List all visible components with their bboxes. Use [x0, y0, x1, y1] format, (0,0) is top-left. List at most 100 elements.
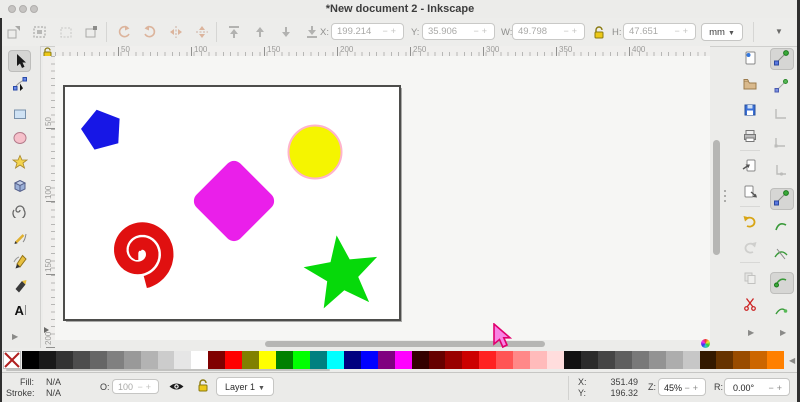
palette-swatch-28[interactable] [496, 351, 514, 369]
new-document-icon[interactable] [742, 50, 760, 68]
palette-swatch-17[interactable] [309, 351, 327, 369]
snap-bbox-midpoint-icon[interactable] [773, 162, 791, 180]
snap-cusp-node-icon[interactable] [773, 274, 791, 292]
deselect-icon[interactable] [58, 24, 74, 40]
stroke-value[interactable]: N/A [46, 388, 61, 398]
palette-swatch-27[interactable] [479, 351, 497, 369]
palette-swatch-1[interactable] [38, 351, 56, 369]
open-document-icon[interactable] [742, 76, 760, 94]
bounding-box-icon[interactable] [84, 24, 100, 40]
layer-selector[interactable]: Layer 1 ▼ [216, 377, 274, 396]
palette-swatch-26[interactable] [462, 351, 480, 369]
panel-grip[interactable] [724, 195, 726, 197]
snap-path-icon[interactable] [773, 218, 791, 236]
fill-value[interactable]: N/A [46, 377, 61, 387]
palette-swatch-12[interactable] [225, 351, 243, 369]
tool-pen[interactable] [8, 252, 31, 274]
increment-icon[interactable]: + [572, 26, 580, 36]
palette-swatch-18[interactable] [326, 351, 344, 369]
palette-swatch-6[interactable] [123, 351, 141, 369]
snap-nodes-icon[interactable] [773, 190, 791, 208]
palette-swatch-21[interactable] [377, 351, 395, 369]
palette-swatch-39[interactable] [682, 351, 700, 369]
snap-smooth-node-icon[interactable] [773, 302, 791, 320]
lock-ratio-icon[interactable] [592, 25, 608, 41]
zoom-out-icon[interactable]: − [684, 383, 692, 393]
tool-selector[interactable] [8, 50, 31, 72]
decrement-icon[interactable]: − [382, 26, 390, 36]
select-all-icon[interactable] [6, 24, 22, 40]
canvas-viewport[interactable] [55, 56, 710, 340]
tool-calligraphy[interactable] [8, 276, 31, 298]
increment-icon[interactable]: + [482, 26, 490, 36]
color-managed-view-icon[interactable] [701, 339, 710, 348]
palette-swatch-32[interactable] [564, 351, 581, 369]
x-field[interactable]: 199.214 −+ [331, 23, 404, 40]
increment-icon[interactable]: + [683, 26, 691, 36]
palette-swatch-38[interactable] [665, 351, 683, 369]
palette-swatch-0[interactable] [22, 351, 39, 369]
rotate-cw-step-icon[interactable]: + [777, 383, 785, 393]
rotate-cw-icon[interactable] [142, 24, 158, 40]
layer-visibility-eye-icon[interactable] [168, 378, 185, 397]
palette-swatch-2[interactable] [55, 351, 73, 369]
palette-swatch-22[interactable] [394, 351, 412, 369]
rotation-field[interactable]: 0.00° −+ [724, 378, 790, 396]
palette-swatch-35[interactable] [614, 351, 632, 369]
tool-3d-box[interactable] [8, 176, 31, 198]
opacity-field[interactable]: 100 −+ [112, 379, 159, 394]
yellow-circle[interactable] [287, 124, 343, 180]
flip-vertical-icon[interactable] [194, 24, 210, 40]
decrement-icon[interactable]: − [473, 26, 481, 36]
save-document-icon[interactable] [742, 102, 760, 120]
horizontal-scrollbar[interactable] [265, 341, 545, 347]
palette-swatch-20[interactable] [360, 351, 378, 369]
snap-bounding-box-icon[interactable] [773, 78, 791, 96]
palette-swatch-43[interactable] [750, 351, 768, 369]
palette-swatch-7[interactable] [140, 351, 158, 369]
palette-swatch-11[interactable] [208, 351, 226, 369]
undo-icon[interactable] [742, 214, 760, 232]
palette-swatch-30[interactable] [530, 351, 548, 369]
decrement-icon[interactable]: − [137, 382, 145, 392]
unit-selector[interactable]: mm ▼ [701, 23, 743, 41]
palette-swatch-36[interactable] [631, 351, 649, 369]
raise-to-top-icon[interactable] [226, 24, 242, 40]
layer-lock-icon[interactable] [196, 378, 210, 395]
y-field[interactable]: 35.906 −+ [422, 23, 495, 40]
raise-icon[interactable] [252, 24, 268, 40]
w-field[interactable]: 49.798 −+ [512, 23, 585, 40]
snap-bbox-edge-icon[interactable] [773, 106, 791, 124]
palette-swatch-29[interactable] [513, 351, 531, 369]
decrement-icon[interactable]: − [674, 26, 682, 36]
canvas[interactable] [55, 56, 710, 340]
palette-swatch-25[interactable] [445, 351, 463, 369]
toolbox-overflow-arrow[interactable]: ▶ [12, 332, 18, 341]
print-icon[interactable] [742, 128, 760, 146]
copy-icon[interactable] [742, 270, 760, 288]
palette-no-color-swatch[interactable] [3, 351, 21, 369]
import-icon[interactable] [742, 158, 760, 176]
palette-swatch-4[interactable] [89, 351, 107, 369]
snap-overflow-arrow[interactable]: ▶ [780, 328, 786, 337]
select-all-layers-icon[interactable] [32, 24, 48, 40]
palette-swatch-5[interactable] [106, 351, 124, 369]
palette-swatch-31[interactable] [547, 351, 564, 369]
increment-icon[interactable]: + [391, 26, 399, 36]
h-field[interactable]: 47.651 −+ [623, 23, 696, 40]
tool-star[interactable] [8, 152, 31, 174]
palette-swatch-34[interactable] [597, 351, 615, 369]
zoom-in-icon[interactable]: + [693, 383, 701, 393]
palette-swatch-15[interactable] [276, 351, 293, 369]
palette-swatch-9[interactable] [174, 351, 192, 369]
panel-grip[interactable] [724, 190, 726, 192]
snap-bbox-corner-icon[interactable] [773, 134, 791, 152]
palette-swatch-8[interactable] [157, 351, 175, 369]
tool-pencil[interactable] [8, 228, 31, 250]
export-icon[interactable] [742, 184, 760, 202]
redo-icon[interactable] [742, 240, 760, 258]
lower-to-bottom-icon[interactable] [304, 24, 320, 40]
tool-rectangle[interactable] [8, 104, 31, 126]
zoom-field[interactable]: 45% −+ [658, 378, 706, 396]
panel-grip[interactable] [724, 200, 726, 202]
